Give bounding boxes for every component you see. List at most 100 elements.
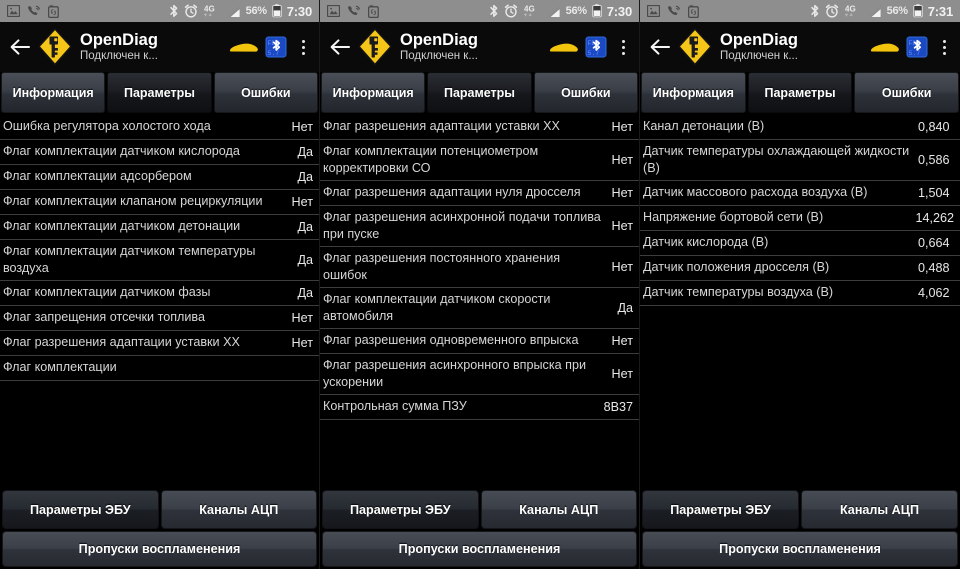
car-icon[interactable] — [870, 39, 900, 55]
image-icon — [647, 5, 660, 17]
adc-channels-button[interactable]: Каналы АЦП — [480, 490, 637, 529]
parameter-name: Датчик массового расхода воздуха (В) — [643, 185, 868, 199]
device-screen-1: 4G 56% 7:30 OpenDiag Подключен к... FDN 5.7… — [0, 0, 320, 569]
tab-errors[interactable]: Ошибки — [854, 72, 960, 113]
parameter-name: Флаг разрешения постоянного хранения оши… — [323, 251, 561, 282]
tab-bar: Информация Параметры Ошибки — [320, 72, 639, 115]
tab-info[interactable]: Информация — [1, 72, 106, 113]
bluetooth-icon[interactable]: FDN 5.7 — [585, 36, 607, 58]
back-arrow-icon[interactable] — [648, 37, 672, 57]
parameter-value: Нет — [291, 119, 313, 134]
adc-channels-button[interactable]: Каналы АЦП — [160, 490, 317, 529]
ecu-params-button[interactable]: Параметры ЭБУ — [642, 490, 799, 529]
bluetooth-icon[interactable]: FDN 5.7 — [906, 36, 928, 58]
tab-errors[interactable]: Ошибки — [533, 72, 638, 113]
table-row: Датчик массового расхода воздуха (В) 1,50… — [640, 181, 960, 206]
signal-strength-icon — [867, 5, 882, 18]
parameter-value: 0,840 — [918, 119, 950, 134]
device-screen-2: 4G 56% 7:30 OpenDiag Подключен к... FDN 5.7… — [320, 0, 640, 569]
parameter-list[interactable]: Флаг разрешения адаптации уставки ХХ Нет Ф… — [320, 115, 639, 489]
tab-info[interactable]: Информация — [641, 72, 746, 113]
status-bar: 4G 56% 7:31 — [640, 0, 960, 22]
bottom-button-area: Параметры ЭБУ Каналы АЦП Пропуски воспламе… — [0, 489, 319, 569]
parameter-name: Датчик температуры воздуха (В) — [643, 285, 834, 299]
connection-status-label: Подключен к... — [80, 49, 158, 62]
parameter-name: Датчик температуры охлаждающей жидкости … — [643, 144, 910, 175]
table-row: Контрольная сумма ПЗУ 8B37 — [320, 395, 639, 420]
status-bar-left-icons — [644, 4, 699, 18]
signal-strength-icon — [546, 5, 561, 18]
app-bar: OpenDiag Подключен к... FDN 5.7 — [640, 22, 960, 72]
table-row: Флаг разрешения адаптации уставки ХХ Нет — [320, 115, 639, 140]
misfire-button[interactable]: Пропуски воспламенения — [642, 531, 958, 567]
table-row: Флаг комплектации датчиком фазы Да — [0, 281, 319, 306]
status-bar: 4G 56% 7:30 — [0, 0, 319, 22]
table-row: Флаг разрешения асинхронной подачи топли… — [320, 206, 639, 247]
svg-text:4G: 4G — [204, 5, 215, 14]
battery-icon — [592, 4, 602, 18]
back-arrow-icon[interactable] — [328, 37, 352, 57]
battery-icon — [272, 4, 282, 18]
device-screen-3: 4G 56% 7:31 OpenDiag Подключен к... FDN 5.7… — [640, 0, 960, 569]
svg-text:5.7: 5.7 — [588, 50, 600, 57]
table-row: Датчик кислорода (В) 0,664 — [640, 231, 960, 256]
app-bar: OpenDiag Подключен к... FDN 5.7 — [320, 22, 639, 72]
battery-saver-icon — [48, 4, 59, 18]
misfire-button[interactable]: Пропуски воспламенения — [322, 531, 637, 567]
alarm-icon — [504, 4, 518, 18]
battery-saver-icon — [368, 4, 379, 18]
adc-channels-button[interactable]: Каналы АЦП — [801, 490, 958, 529]
table-row: Флаг разрешения адаптации нуля дросселя Н… — [320, 181, 639, 206]
phone-muted-icon — [27, 5, 41, 18]
overflow-menu-icon[interactable] — [293, 39, 313, 55]
parameter-name: Датчик положения дросселя (В) — [643, 260, 830, 274]
car-icon[interactable] — [549, 39, 579, 55]
parameter-name: Флаг комплектации датчиком детонации — [3, 219, 241, 233]
parameter-value: 1,504 — [918, 185, 950, 200]
parameter-name: Флаг запрещения отсечки топлива — [3, 310, 205, 324]
parameter-name: Флаг разрешения адаптации уставки ХХ — [3, 335, 240, 349]
table-row: Флаг комплектации датчиком кислорода Да — [0, 140, 319, 165]
tab-params[interactable]: Параметры — [427, 72, 532, 113]
tab-params[interactable]: Параметры — [107, 72, 212, 113]
mode-button-row: Параметры ЭБУ Каналы АЦП — [640, 489, 960, 529]
bluetooth-status-icon — [810, 4, 820, 18]
tab-info[interactable]: Информация — [321, 72, 426, 113]
ecu-params-button[interactable]: Параметры ЭБУ — [322, 490, 479, 529]
parameter-value: Нет — [611, 119, 633, 134]
overflow-menu-icon[interactable] — [934, 39, 954, 55]
back-arrow-icon[interactable] — [8, 37, 32, 57]
svg-text:5.7: 5.7 — [909, 50, 921, 57]
parameter-name: Флаг комплектации адсорбером — [3, 169, 192, 183]
parameter-name: Канал детонации (В) — [643, 119, 765, 133]
table-row: Ошибка регулятора холостого хода Нет — [0, 115, 319, 140]
network-type-icon: 4G — [523, 4, 541, 18]
parameter-list[interactable]: Ошибка регулятора холостого хода Нет Флаг … — [0, 115, 319, 489]
app-title: OpenDiag — [80, 30, 158, 49]
parameter-value: 4,062 — [918, 285, 950, 300]
parameter-name: Флаг разрешения одновременного впрыска — [323, 333, 579, 347]
tab-errors[interactable]: Ошибки — [213, 72, 318, 113]
app-bar: OpenDiag Подключен к... FDN 5.7 — [0, 22, 319, 72]
parameter-value: Нет — [611, 259, 633, 274]
tab-params[interactable]: Параметры — [747, 72, 853, 113]
ecu-params-button[interactable]: Параметры ЭБУ — [2, 490, 159, 529]
parameter-name: Флаг разрешения адаптации нуля дросселя — [323, 185, 581, 199]
parameter-list[interactable]: Канал детонации (В) 0,840 Датчик температу… — [640, 115, 960, 489]
connection-status-label: Подключен к... — [720, 49, 798, 62]
mode-button-row: Параметры ЭБУ Каналы АЦП — [320, 489, 639, 529]
bluetooth-icon[interactable]: FDN 5.7 — [265, 36, 287, 58]
alarm-icon — [825, 4, 839, 18]
overflow-menu-icon[interactable] — [613, 39, 633, 55]
car-icon[interactable] — [229, 39, 259, 55]
phone-muted-icon — [347, 5, 361, 18]
svg-text:4G: 4G — [845, 5, 856, 14]
image-icon — [7, 5, 20, 17]
bluetooth-status-icon — [169, 4, 179, 18]
bluetooth-status-icon — [489, 4, 499, 18]
table-row: Флаг комплектации датчиком детонации Да — [0, 215, 319, 240]
phone-muted-icon — [667, 5, 681, 18]
parameter-value: Нет — [611, 333, 633, 348]
misfire-button[interactable]: Пропуски воспламенения — [2, 531, 317, 567]
parameter-value: Нет — [611, 366, 633, 381]
